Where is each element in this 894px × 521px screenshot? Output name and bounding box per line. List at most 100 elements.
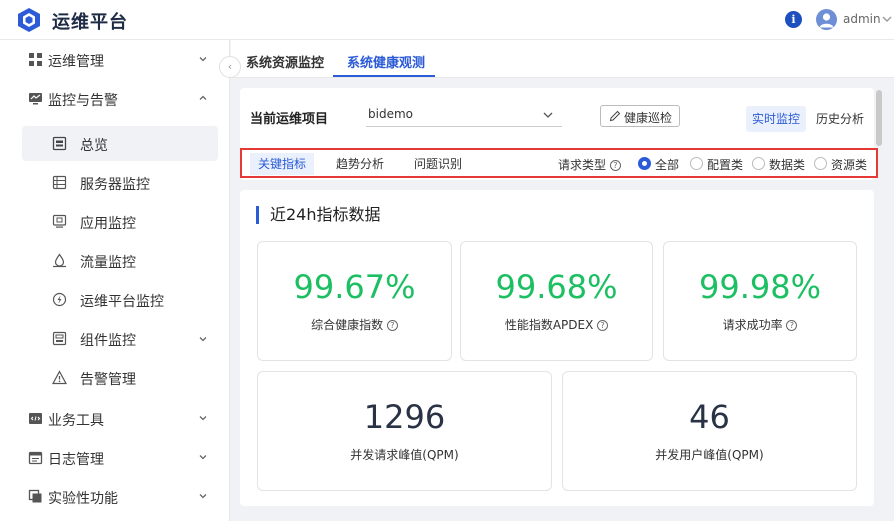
sidebar-sub-server-monitor[interactable]: 服务器监控 (22, 165, 218, 200)
sidebar-item-experimental[interactable]: 实验性功能 (0, 477, 230, 516)
metric-label-text: 性能指数APDEX (504, 318, 594, 332)
chevron-down-icon (199, 455, 207, 460)
sidebar-item-label: 服务器监控 (80, 177, 150, 193)
metric-label: 并发用户峰值(QPM) (655, 448, 764, 462)
metric-card-success-rate: 99.98% 请求成功率 ? (663, 241, 857, 361)
sidebar-item-business-tools[interactable]: 业务工具 (0, 399, 230, 438)
project-select[interactable]: bidemo (366, 103, 562, 127)
radio-dot (690, 157, 703, 170)
radio-dot (814, 157, 827, 170)
tab-realtime-monitor[interactable]: 实时监控 (746, 106, 807, 132)
help-icon[interactable]: ? (786, 320, 798, 331)
tab-issue-detection[interactable]: 问题识别 (406, 153, 470, 175)
sidebar-sub-component-monitor[interactable]: 组件监控 (22, 321, 218, 356)
radio-dot (638, 157, 651, 170)
request-type-text: 请求类型 (558, 158, 607, 172)
chevron-down-icon (199, 494, 207, 499)
tab-key-metrics[interactable]: 关键指标 (250, 153, 315, 175)
metric-card-peak-users: 46 并发用户峰值(QPM) (562, 371, 857, 491)
metrics-card: 近24h指标数据 99.67% 综合健康指数 ? 99.68% 性能指数APDE… (240, 190, 874, 506)
sidebar: 运维管理 监控与告警 总览 服务器监控 应用监控 流量监控 运维平台监控 组件监… (0, 40, 230, 521)
lightning-icon (52, 292, 67, 307)
project-label: 当前运维项目 (250, 112, 329, 127)
sidebar-item-log-management[interactable]: 日志管理 (0, 438, 230, 477)
grid-icon (29, 53, 42, 66)
sidebar-collapse-button[interactable]: ‹ (219, 56, 241, 78)
sidebar-item-label: 应用监控 (80, 216, 136, 232)
metric-value: 99.67% (293, 268, 416, 306)
mode-tabs: 实时监控 历史分析 (746, 106, 870, 132)
chevron-down-icon (543, 112, 553, 118)
sidebar-sub-traffic-monitor[interactable]: 流量监控 (22, 243, 218, 278)
metric-card-peak-requests: 1296 并发请求峰值(QPM) (257, 371, 552, 491)
section-title: 近24h指标数据 (256, 206, 381, 224)
layers-icon (28, 489, 42, 503)
warning-icon (52, 370, 67, 385)
code-window-icon (29, 413, 42, 424)
help-icon[interactable]: ? (609, 160, 621, 171)
tab-trend-analysis[interactable]: 趋势分析 (328, 153, 392, 175)
sidebar-item-label: 运维平台监控 (80, 294, 164, 310)
metric-label: 性能指数APDEX ? (461, 316, 652, 333)
active-tab-indicator (333, 75, 435, 77)
page-tabs: 系统资源监控 系统健康观测 (231, 40, 894, 78)
radio-label: 配置类 (707, 158, 744, 172)
help-icon[interactable]: ? (597, 320, 609, 331)
tab-system-health[interactable]: 系统健康观测 (347, 52, 425, 71)
calendar-icon (28, 451, 43, 465)
metric-value: 1296 (363, 398, 446, 436)
chevron-down-icon[interactable] (880, 12, 894, 26)
sidebar-sub-overview[interactable]: 总览 (22, 126, 218, 161)
health-inspect-button[interactable]: 健康巡检 (600, 105, 680, 127)
sidebar-item-label: 流量监控 (80, 255, 136, 271)
metric-value: 99.68% (495, 268, 618, 306)
chevron-up-icon (199, 95, 207, 100)
metric-label-text: 请求成功率 (722, 318, 783, 332)
tab-history-analysis[interactable]: 历史分析 (810, 106, 870, 132)
sidebar-item-monitoring[interactable]: 监控与告警 (0, 79, 230, 118)
sidebar-sub-app-monitor[interactable]: 应用监控 (22, 204, 218, 239)
water-drop-icon (53, 253, 66, 268)
sidebar-item-label: 总览 (80, 138, 108, 154)
metric-label: 并发请求峰值(QPM) (350, 448, 459, 462)
chevron-down-icon (199, 416, 207, 421)
sidebar-item-label: 日志管理 (48, 452, 104, 468)
cube-logo-icon (18, 8, 40, 32)
info-icon[interactable]: i (785, 11, 802, 28)
scrollbar[interactable] (876, 90, 882, 146)
metric-label-text: 综合健康指数 (311, 318, 384, 332)
metric-card-apdex: 99.68% 性能指数APDEX ? (460, 241, 653, 361)
dashboard-icon (52, 136, 67, 151)
radio-dot (752, 157, 765, 170)
sidebar-item-label: 实验性功能 (48, 491, 118, 507)
project-select-value: bidemo (368, 107, 413, 121)
sidebar-item-ops-management[interactable]: 运维管理 (0, 40, 230, 79)
sidebar-sub-alert-management[interactable]: 告警管理 (22, 360, 218, 395)
metric-label: 综合健康指数 ? (258, 316, 451, 333)
sidebar-item-label: 组件监控 (80, 333, 136, 349)
radio-label: 数据类 (769, 158, 806, 172)
component-icon (52, 331, 67, 346)
chevron-down-icon (199, 57, 207, 62)
radio-label: 资源类 (831, 158, 868, 172)
sidebar-item-label: 业务工具 (48, 413, 104, 429)
metric-value: 99.98% (698, 268, 821, 306)
edit-pen-icon (609, 110, 621, 122)
tab-system-resource[interactable]: 系统资源监控 (246, 52, 324, 71)
metric-value: 46 (689, 398, 730, 436)
radio-label: 全部 (655, 158, 680, 172)
health-inspect-label: 健康巡检 (624, 111, 673, 125)
help-icon[interactable]: ? (386, 320, 398, 331)
user-avatar-icon[interactable] (816, 9, 837, 30)
metric-card-health-index: 99.67% 综合健康指数 ? (257, 241, 452, 361)
app-monitor-icon (52, 214, 67, 228)
app-title: 运维平台 (52, 12, 128, 33)
server-icon (52, 175, 67, 190)
top-bar: 运维平台 i admin (0, 0, 894, 40)
sidebar-item-label: 监控与告警 (48, 93, 118, 109)
metrics-filter-bar: 关键指标 趋势分析 问题识别 请求类型 ? 全部 配置类 数据类 资源类 (240, 148, 878, 178)
metric-label: 请求成功率 ? (664, 316, 856, 333)
request-type-label: 请求类型 ? (558, 156, 621, 173)
sidebar-sub-platform-monitor[interactable]: 运维平台监控 (22, 282, 218, 317)
user-name[interactable]: admin (843, 12, 881, 26)
